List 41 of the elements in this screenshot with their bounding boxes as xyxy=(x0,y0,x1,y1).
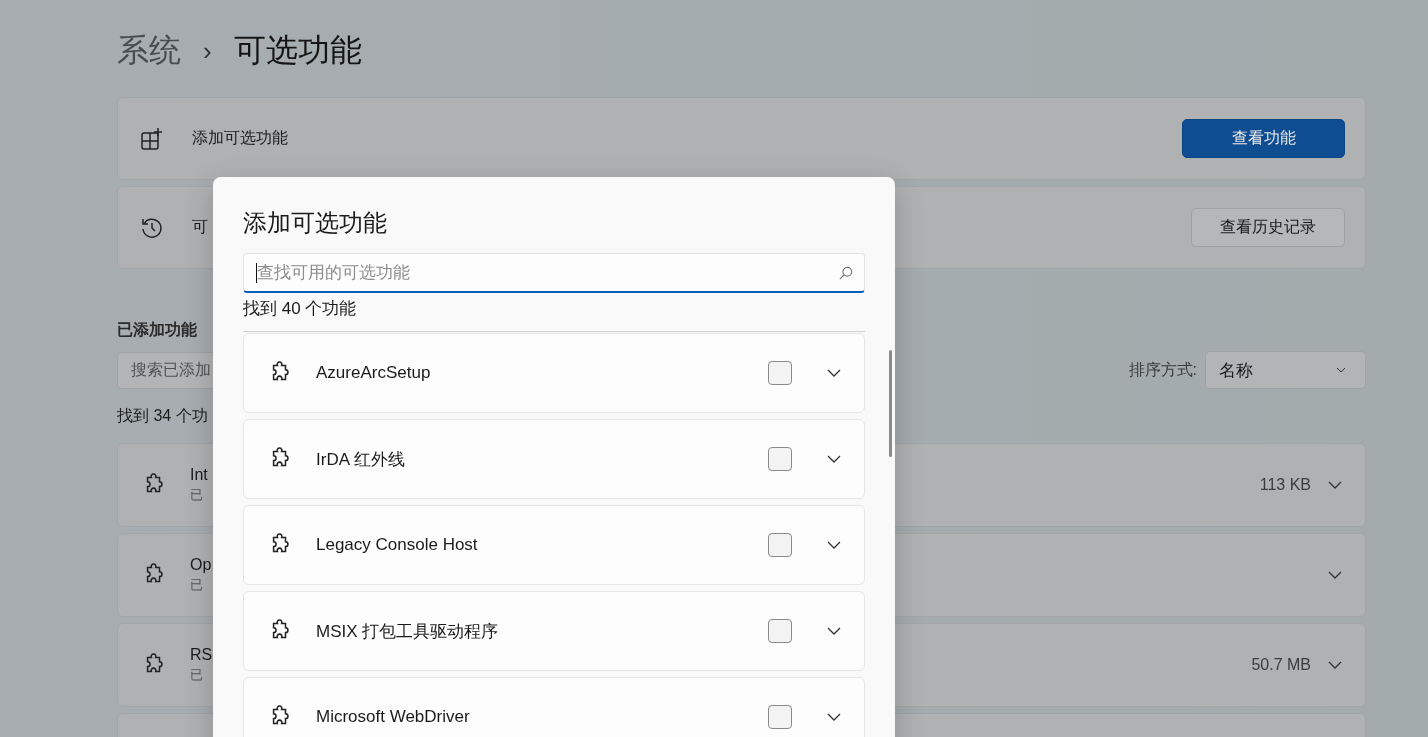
feature-row[interactable]: Microsoft WebDriver xyxy=(243,677,865,737)
feature-row[interactable]: AzureArcSetup xyxy=(243,333,865,413)
dialog-title: 添加可选功能 xyxy=(243,208,388,238)
checkbox[interactable] xyxy=(768,533,792,557)
card-label: 可 xyxy=(192,217,208,237)
feature-name: Op xyxy=(190,556,212,574)
search-icon xyxy=(839,266,853,280)
installed-count: 找到 34 个功 xyxy=(117,406,209,426)
feature-name: Int xyxy=(190,466,208,484)
view-history-button[interactable]: 查看历史记录 xyxy=(1191,208,1345,247)
feature-row[interactable]: MSIX 打包工具驱动程序 xyxy=(243,591,865,671)
sort-dropdown[interactable]: 名称 xyxy=(1205,351,1366,389)
feature-name: Legacy Console Host xyxy=(316,535,479,555)
feature-row[interactable]: IrDA 红外线 xyxy=(243,419,865,499)
card-label: 添加可选功能 xyxy=(192,128,288,148)
feature-status: 已 xyxy=(190,576,204,594)
checkbox[interactable] xyxy=(768,619,792,643)
feature-size: 50.7 MB xyxy=(1251,656,1311,674)
feature-name: RS xyxy=(190,646,213,664)
feature-row[interactable]: Legacy Console Host xyxy=(243,505,865,585)
section-heading: 已添加功能 xyxy=(117,320,198,340)
checkbox[interactable] xyxy=(768,361,792,385)
feature-search-field[interactable]: 查找可用的可选功能 xyxy=(243,253,865,293)
feature-status: 已 xyxy=(190,486,204,504)
sort-label: 排序方式: xyxy=(1128,359,1197,380)
result-count: 找到 40 个功能 xyxy=(243,298,358,320)
history-icon xyxy=(140,215,164,240)
feature-status: 已 xyxy=(190,666,204,684)
checkbox[interactable] xyxy=(768,447,792,471)
feature-name: AzureArcSetup xyxy=(316,363,432,383)
feature-name: MSIX 打包工具驱动程序 xyxy=(316,620,500,643)
breadcrumb-separator: › xyxy=(203,35,212,67)
page-title: 可选功能 xyxy=(233,31,362,70)
feature-name: IrDA 红外线 xyxy=(316,448,406,471)
scrollbar-thumb[interactable] xyxy=(889,350,892,457)
add-grid-icon xyxy=(140,126,164,151)
checkbox[interactable] xyxy=(768,705,792,729)
feature-size: 113 KB xyxy=(1259,476,1311,494)
feature-name: Microsoft WebDriver xyxy=(316,707,471,727)
view-features-button[interactable]: 查看功能 xyxy=(1182,119,1345,158)
breadcrumb-parent[interactable]: 系统 xyxy=(117,29,181,73)
